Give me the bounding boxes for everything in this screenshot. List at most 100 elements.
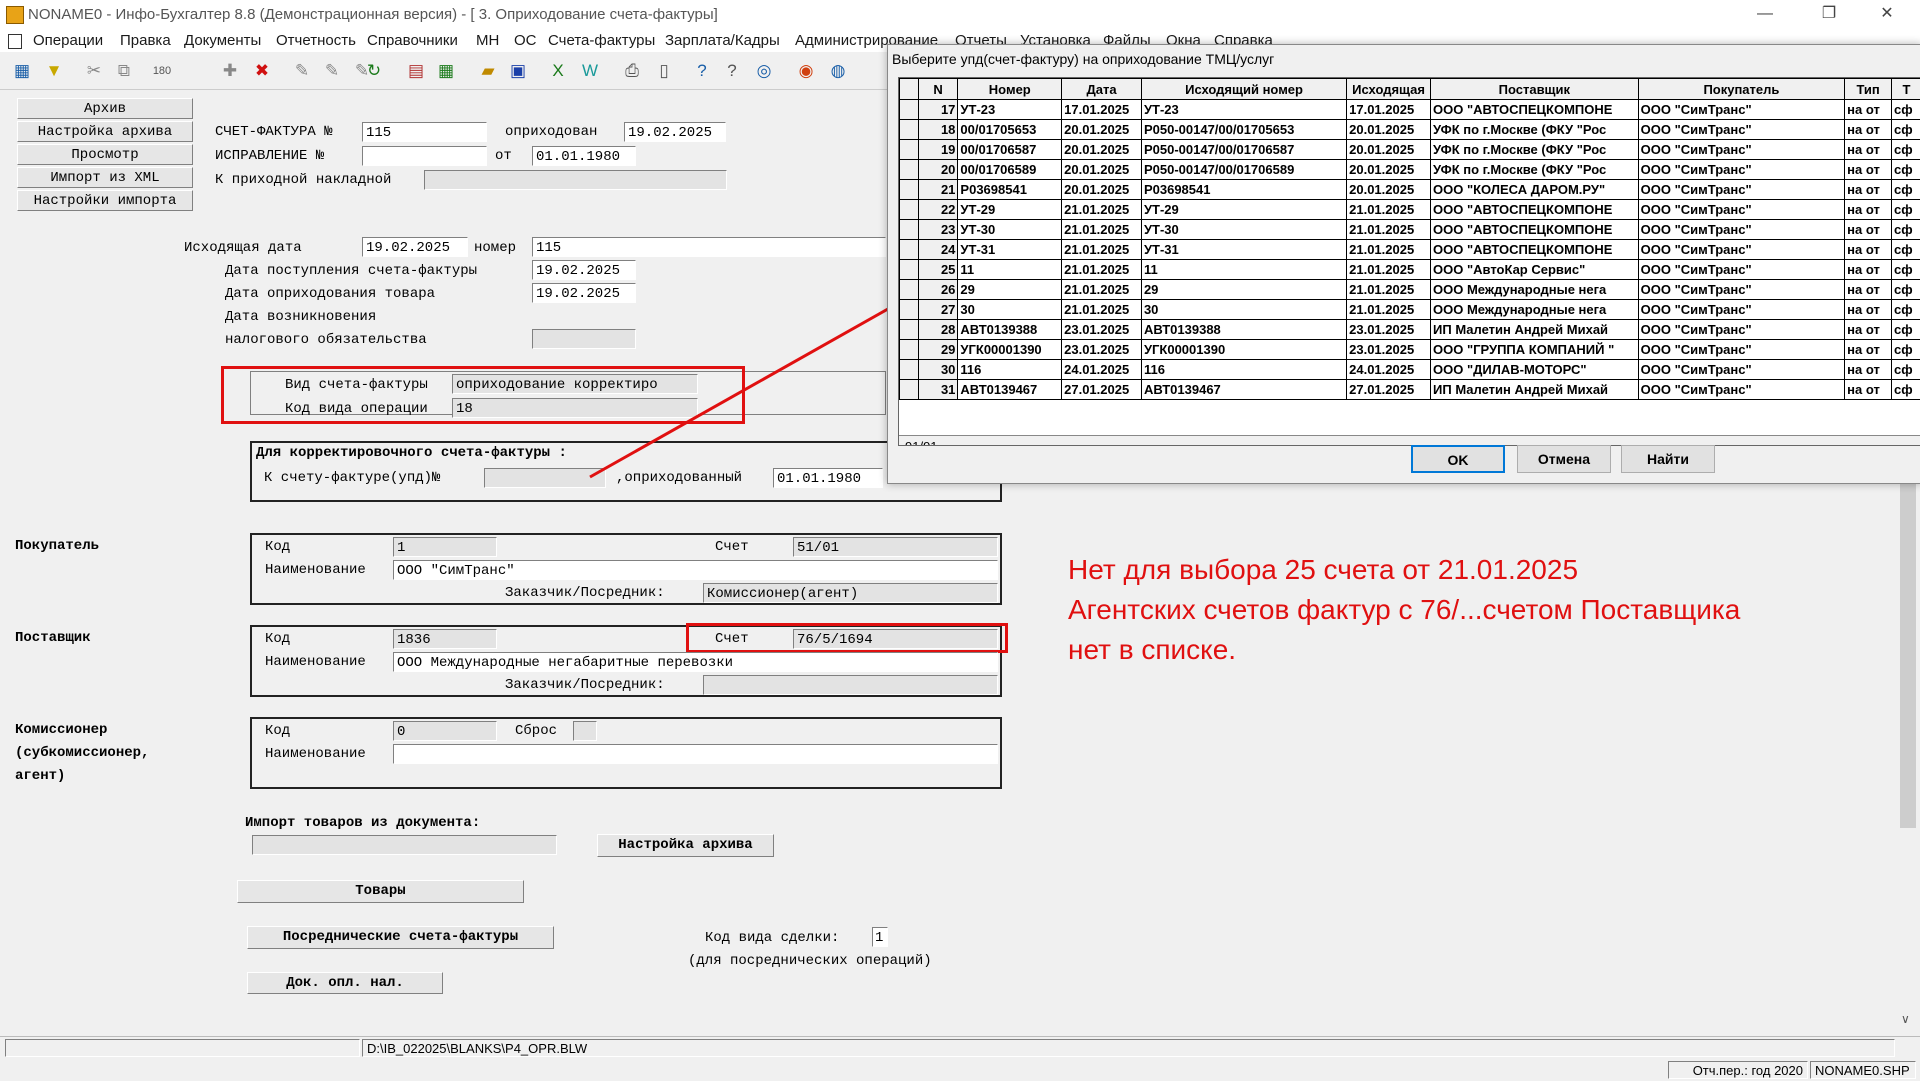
row-n[interactable]: 28 xyxy=(918,320,958,340)
header-buyer[interactable]: Покупатель xyxy=(1638,79,1845,100)
row-t[interactable]: сф xyxy=(1892,160,1920,180)
row-outgoing-date[interactable]: 17.01.2025 xyxy=(1347,100,1431,120)
row-t[interactable]: сф xyxy=(1892,240,1920,260)
row-outgoing-date[interactable]: 24.01.2025 xyxy=(1347,360,1431,380)
table-row[interactable]: 273021.01.20253021.01.2025ООО Международ… xyxy=(900,300,1920,320)
row-n[interactable]: 21 xyxy=(918,180,958,200)
row-date[interactable]: 24.01.2025 xyxy=(1062,360,1142,380)
row-outgoing-number[interactable]: УТ-31 xyxy=(1141,240,1346,260)
row-n[interactable]: 26 xyxy=(918,280,958,300)
row-n[interactable]: 19 xyxy=(918,140,958,160)
row-number[interactable]: 00/01706587 xyxy=(958,140,1062,160)
row-date[interactable]: 20.01.2025 xyxy=(1062,120,1142,140)
row-outgoing-number[interactable]: P050-00147/00/01706587 xyxy=(1141,140,1346,160)
row-n[interactable]: 25 xyxy=(918,260,958,280)
find-button[interactable]: Найти xyxy=(1621,445,1715,473)
row-supplier[interactable]: УФК по г.Москве (ФКУ "Рос xyxy=(1431,140,1639,160)
row-t[interactable]: сф xyxy=(1892,320,1920,340)
row-type[interactable]: на от xyxy=(1845,320,1892,340)
row-date[interactable]: 20.01.2025 xyxy=(1062,180,1142,200)
row-number[interactable]: АВТ0139467 xyxy=(958,380,1062,400)
row-date[interactable]: 17.01.2025 xyxy=(1062,100,1142,120)
row-type[interactable]: на от xyxy=(1845,280,1892,300)
row-supplier[interactable]: ИП Малетин Андрей Михай xyxy=(1431,320,1639,340)
row-n[interactable]: 22 xyxy=(918,200,958,220)
row-type[interactable]: на от xyxy=(1845,100,1892,120)
table-row[interactable]: 2000/0170658920.01.2025P050-00147/00/017… xyxy=(900,160,1920,180)
row-outgoing-date[interactable]: 20.01.2025 xyxy=(1347,160,1431,180)
row-date[interactable]: 20.01.2025 xyxy=(1062,160,1142,180)
row-outgoing-date[interactable]: 21.01.2025 xyxy=(1347,260,1431,280)
row-type[interactable]: на от xyxy=(1845,340,1892,360)
row-buyer[interactable]: ООО "СимТранс" xyxy=(1638,240,1845,260)
row-outgoing-date[interactable]: 21.01.2025 xyxy=(1347,200,1431,220)
row-type[interactable]: на от xyxy=(1845,260,1892,280)
row-type[interactable]: на от xyxy=(1845,160,1892,180)
header-t[interactable]: Т xyxy=(1892,79,1920,100)
row-number[interactable]: АВТ0139388 xyxy=(958,320,1062,340)
row-n[interactable]: 24 xyxy=(918,240,958,260)
table-row[interactable]: 21P0369854120.01.2025P0369854120.01.2025… xyxy=(900,180,1920,200)
row-supplier[interactable]: ООО "АВТОСПЕЦКОМПОНЕ xyxy=(1431,240,1639,260)
row-supplier[interactable]: ООО Международные нега xyxy=(1431,300,1639,320)
row-number[interactable]: УТ-23 xyxy=(958,100,1062,120)
row-outgoing-number[interactable]: УГК00001390 xyxy=(1141,340,1346,360)
row-date[interactable]: 27.01.2025 xyxy=(1062,380,1142,400)
row-date[interactable]: 21.01.2025 xyxy=(1062,260,1142,280)
cancel-button[interactable]: Отмена xyxy=(1517,445,1611,473)
row-number[interactable]: 116 xyxy=(958,360,1062,380)
row-supplier[interactable]: ООО "ДИЛАВ-МОТОРС" xyxy=(1431,360,1639,380)
table-row[interactable]: 1800/0170565320.01.2025P050-00147/00/017… xyxy=(900,120,1920,140)
table-row[interactable]: 1900/01706587 20.01.2025P050-00147/00/017… xyxy=(900,140,1920,160)
row-supplier[interactable]: ООО "АВТОСПЕЦКОМПОНЕ xyxy=(1431,220,1639,240)
row-outgoing-number[interactable]: УТ-29 xyxy=(1141,200,1346,220)
row-buyer[interactable]: ООО "СимТранс" xyxy=(1638,160,1845,180)
table-row[interactable]: 262921.01.20252921.01.2025ООО Международ… xyxy=(900,280,1920,300)
table-row[interactable]: 3011624.01.202511624.01.2025ООО "ДИЛАВ-М… xyxy=(900,360,1920,380)
row-supplier[interactable]: УФК по г.Москве (ФКУ "Рос xyxy=(1431,160,1639,180)
row-number[interactable]: P03698541 xyxy=(958,180,1062,200)
table-row[interactable]: 23УТ-3021.01.2025УТ-3021.01.2025ООО "АВТ… xyxy=(900,220,1920,240)
header-type[interactable]: Тип xyxy=(1845,79,1892,100)
table-row[interactable]: 31АВТ013946727.01.2025АВТ013946727.01.20… xyxy=(900,380,1920,400)
header-outgoing-date[interactable]: Исходящая xyxy=(1347,79,1431,100)
row-outgoing-date[interactable]: 23.01.2025 xyxy=(1347,340,1431,360)
row-buyer[interactable]: ООО "СимТранс" xyxy=(1638,100,1845,120)
row-date[interactable]: 21.01.2025 xyxy=(1062,300,1142,320)
row-date[interactable]: 21.01.2025 xyxy=(1062,220,1142,240)
row-t[interactable]: сф xyxy=(1892,280,1920,300)
table-row[interactable]: 22УТ-2921.01.2025УТ-2921.01.2025ООО "АВТ… xyxy=(900,200,1920,220)
row-outgoing-date[interactable]: 21.01.2025 xyxy=(1347,220,1431,240)
header-supplier[interactable]: Поставщик xyxy=(1431,79,1639,100)
row-supplier[interactable]: ООО "АВТОСПЕЦКОМПОНЕ xyxy=(1431,100,1639,120)
row-t[interactable]: сф xyxy=(1892,220,1920,240)
row-supplier[interactable]: ИП Малетин Андрей Михай xyxy=(1431,380,1639,400)
row-type[interactable]: на от xyxy=(1845,240,1892,260)
row-outgoing-number[interactable]: P03698541 xyxy=(1141,180,1346,200)
row-outgoing-number[interactable]: АВТ0139388 xyxy=(1141,320,1346,340)
row-type[interactable]: на от xyxy=(1845,300,1892,320)
row-outgoing-number[interactable]: УТ-30 xyxy=(1141,220,1346,240)
invoice-grid[interactable]: N Номер Дата Исходящий номер Исходящая П… xyxy=(898,77,1920,446)
row-outgoing-number[interactable]: P050-00147/00/01705653 xyxy=(1141,120,1346,140)
row-supplier[interactable]: ООО Международные нега xyxy=(1431,280,1639,300)
row-outgoing-date[interactable]: 20.01.2025 xyxy=(1347,120,1431,140)
row-type[interactable]: на от xyxy=(1845,120,1892,140)
row-outgoing-date[interactable]: 20.01.2025 xyxy=(1347,140,1431,160)
row-number[interactable]: УТ-29 xyxy=(958,200,1062,220)
row-outgoing-date[interactable]: 21.01.2025 xyxy=(1347,280,1431,300)
row-n[interactable]: 29 xyxy=(918,340,958,360)
row-t[interactable]: сф xyxy=(1892,180,1920,200)
row-buyer[interactable]: ООО "СимТранс" xyxy=(1638,320,1845,340)
row-type[interactable]: на от xyxy=(1845,200,1892,220)
table-row[interactable]: 251121.01.20251121.01.2025ООО "АвтоКар С… xyxy=(900,260,1920,280)
row-type[interactable]: на от xyxy=(1845,360,1892,380)
row-n[interactable]: 20 xyxy=(918,160,958,180)
row-number[interactable]: УТ-30 xyxy=(958,220,1062,240)
row-t[interactable]: сф xyxy=(1892,200,1920,220)
row-type[interactable]: на от xyxy=(1845,380,1892,400)
row-t[interactable]: сф xyxy=(1892,340,1920,360)
table-row[interactable]: 24УТ-3121.01.2025УТ-3121.01.2025ООО "АВТ… xyxy=(900,240,1920,260)
row-outgoing-number[interactable]: 29 xyxy=(1141,280,1346,300)
row-buyer[interactable]: ООО "СимТранс" xyxy=(1638,120,1845,140)
